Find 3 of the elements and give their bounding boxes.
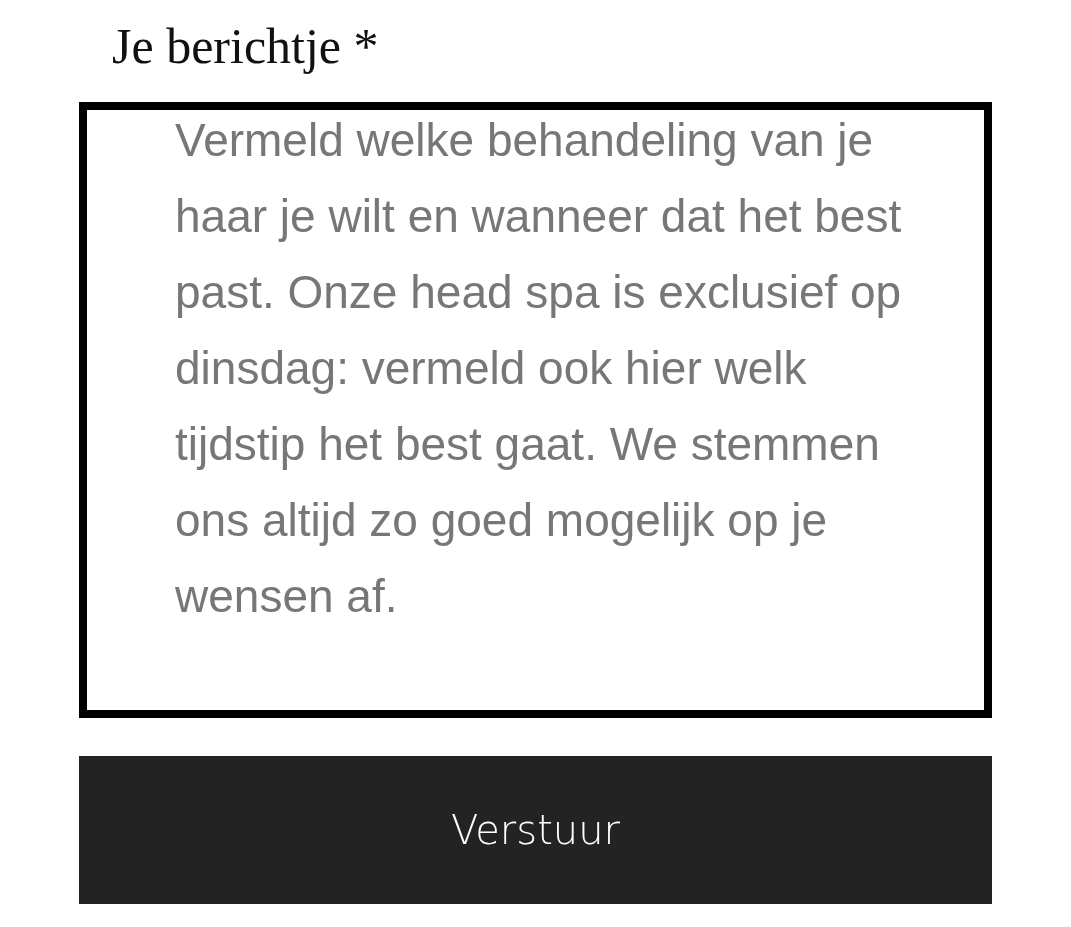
- field-label: Je berichtje *: [112, 17, 380, 76]
- submit-button[interactable]: Verstuur: [79, 756, 992, 904]
- message-field[interactable]: Vermeld welke behandeling van je haar je wilt en wanneer dat het best past. Onze head spa is exclusief op dinsdag: vermeld ook hier welk tijdstip het best gaat. We stemmen ons altijd zo goed mogelijk op je wensen af.: [79, 102, 992, 718]
